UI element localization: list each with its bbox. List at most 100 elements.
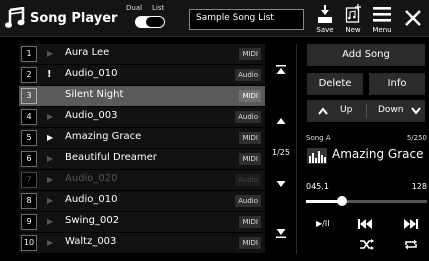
menu-button[interactable]: Menu [368,2,396,36]
song-name: Silent Night [65,89,124,100]
delete-button[interactable]: Delete [307,73,363,95]
song-type-badge: MIDI [239,90,261,102]
next-icon [404,219,418,229]
playing-icon: ▶ [47,133,54,142]
menu-icon [373,7,391,22]
song-number-button[interactable]: 9 [21,214,37,230]
song-row[interactable]: 1 ▶ Aura Lee MIDI [19,44,265,64]
song-row[interactable]: 4 ▶ Audio_003 Audio [19,107,265,127]
close-icon[interactable] [403,8,423,28]
list-scroll-controls: 1/25 [268,44,294,254]
play-icon: ▶ [47,91,54,100]
song-name: Audio_020 [65,173,118,184]
down-label: Down [378,105,404,115]
song-type-badge: MIDI [239,48,261,60]
play-icon: ▶ [47,196,54,205]
playback-time: 045.1 [306,182,329,191]
now-playing-label: Song A [306,134,331,142]
save-button[interactable]: Save [311,2,339,36]
menu-label: Menu [372,26,392,34]
song-type-badge: MIDI [239,216,261,228]
add-song-button[interactable]: Add Song [307,44,425,66]
new-label: New [345,26,361,34]
song-type-badge: MIDI [239,153,261,165]
song-name: Audio_010 [65,194,118,205]
panel-divider [296,44,297,254]
song-number-button[interactable]: 1 [21,46,37,62]
song-number-button[interactable]: 5 [21,130,37,146]
tempo-value: 128 [411,182,427,191]
info-button[interactable]: Info [369,73,425,95]
save-icon [318,5,332,23]
play-icon: ▶ [47,238,54,247]
song-number-button[interactable]: 8 [21,193,37,209]
song-number-button[interactable]: 3 [21,88,37,104]
app-title: Song Player [30,11,118,26]
song-row[interactable]: 7 ▶ Audio_020 Audio [19,170,265,190]
song-type-badge: MIDI [239,237,261,249]
move-down-button[interactable]: Down [367,100,425,122]
song-row[interactable]: 6 ▶ Beautiful Dreamer MIDI [19,149,265,169]
song-name: Waltz_003 [65,236,117,247]
page-down-icon[interactable] [276,179,286,189]
song-number-button[interactable]: 2 [21,67,37,83]
song-name: Audio_003 [65,110,118,121]
next-button[interactable] [404,219,424,233]
now-playing-position: 5/250 [406,134,427,142]
song-type-badge: Audio [235,195,261,207]
dual-label: Dual [126,4,143,12]
list-label: List [152,4,165,12]
previous-button[interactable] [358,219,378,233]
save-label: Save [316,26,334,34]
page-up-icon[interactable] [276,116,286,126]
play-icon: ▶ [47,217,54,226]
new-file-icon [345,4,361,23]
song-number-button[interactable]: 10 [21,235,37,251]
repeat-icon [405,239,417,250]
song-type-badge: Audio [235,69,261,81]
shuffle-icon [360,239,374,250]
song-row[interactable]: 10 ▶ Waltz_003 MIDI [19,233,265,253]
scroll-top-icon[interactable] [276,65,286,75]
shuffle-button[interactable] [360,239,380,253]
song-list-name-field[interactable]: Sample Song List [189,9,304,30]
song-number-button[interactable]: 7 [21,172,37,188]
song-row[interactable]: 8 ▶ Audio_010 Audio [19,191,265,211]
repeat-button[interactable] [404,239,424,253]
play-icon: ▶ [47,154,54,163]
now-playing-title: Amazing Grace [332,147,424,161]
song-row[interactable]: 3 ▶ Silent Night MIDI [19,86,265,106]
song-type-badge: Audio [235,111,261,123]
dual-list-toggle[interactable]: Dual List [126,4,172,34]
music-note-icon [5,7,25,28]
midi-song-icon [307,148,327,164]
now-playing-panel: Song A 5/250 Amazing Grace 045.1 128 ▶/I… [304,132,429,255]
song-row[interactable]: 5 ▶ Amazing Grace MIDI [19,128,265,148]
page-indicator: 1/25 [272,148,290,157]
song-name: Amazing Grace [65,131,142,142]
song-type-badge: Audio [235,174,261,186]
new-button[interactable]: New [339,2,367,36]
song-name: Swing_002 [65,215,120,226]
song-row[interactable]: 2! Audio_010 Audio [19,65,265,85]
warning-icon: ! [47,69,52,80]
playback-progress-bar[interactable] [306,196,427,206]
up-label: Up [340,105,353,115]
scroll-bottom-icon[interactable] [276,228,286,238]
play-icon: ▶ [47,175,54,184]
move-up-button[interactable]: Up [307,100,365,122]
move-controls: Up Down [307,100,425,122]
song-name: Beautiful Dreamer [65,152,157,163]
toggle-knob [146,17,164,27]
previous-icon [358,219,372,229]
song-number-button[interactable]: 4 [21,109,37,125]
song-number-button[interactable]: 6 [21,151,37,167]
song-name: Aura Lee [65,47,110,58]
play-pause-icon: ▶/II [316,219,330,228]
header-bar: Song Player Dual List Sample Song List S… [0,0,429,37]
play-pause-button[interactable]: ▶/II [316,219,342,233]
progress-knob[interactable] [337,196,348,206]
song-row[interactable]: 9 ▶ Swing_002 MIDI [19,212,265,232]
song-name: Audio_010 [65,68,118,79]
toggle-switch[interactable] [135,16,165,28]
